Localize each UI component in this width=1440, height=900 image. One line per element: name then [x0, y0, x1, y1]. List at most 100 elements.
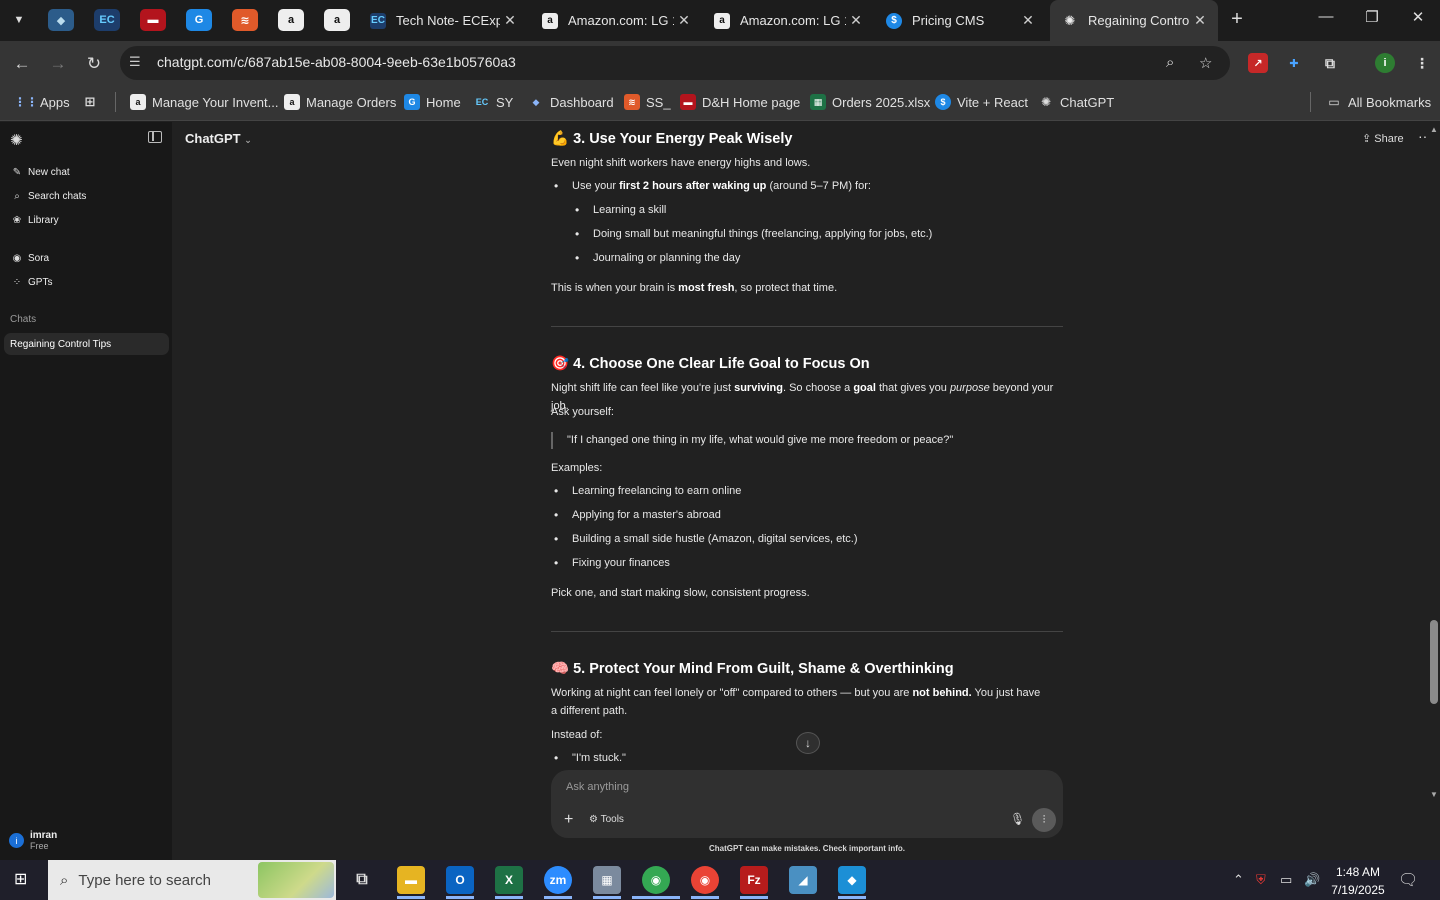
bookmark-all-bookmarks[interactable]: ▭ All Bookmarks [1326, 92, 1431, 112]
extension-blue-icon[interactable]: ✚ [1284, 53, 1304, 73]
tray-security-icon[interactable]: ⛨ [1256, 872, 1266, 888]
microphone-icon[interactable]: 🎙 [1010, 812, 1025, 826]
tab-4-active[interactable]: ✺ Regaining Control ✕ [1050, 0, 1218, 41]
notes-app-icon[interactable]: ◢ [789, 866, 817, 894]
ec-icon: EC [475, 97, 489, 107]
scrollbar-thumb[interactable] [1430, 620, 1438, 704]
network-icon[interactable]: ▭ [1280, 872, 1292, 888]
chatgpt-logo-icon[interactable]: ✺ [10, 131, 23, 149]
task-view-icon[interactable]: ⧉ [348, 866, 376, 894]
chat-sidebar [0, 122, 172, 860]
scroll-down-button[interactable]: ↓ [796, 732, 820, 754]
dollar-icon: $ [886, 12, 902, 29]
calculator-icon[interactable]: ▦ [593, 866, 621, 894]
running-indicator [495, 896, 523, 899]
sidebar-item-new-chat[interactable]: ✎ New chat [11, 164, 70, 180]
sidebar-item-library[interactable]: ❀ Library [11, 212, 59, 228]
pinned-tab-amazon-2[interactable]: a [324, 9, 350, 31]
list-item: Use your first 2 hours after waking up (… [554, 179, 871, 193]
extension-red-icon[interactable]: ↗ [1248, 53, 1268, 73]
bookmark-apps[interactable]: ⋮⋮ Apps [14, 92, 70, 112]
voice-mode-button[interactable]: ⫶ [1032, 808, 1056, 832]
pinned-tab-amazon-1[interactable]: a [278, 9, 304, 31]
model-selector[interactable]: ChatGPT ⌄ [185, 131, 252, 146]
pinned-tab-dh[interactable]: ▬ [140, 9, 166, 31]
zoom-app-icon[interactable]: zm [544, 866, 572, 894]
tray-chevron-up-icon[interactable]: ⌃ [1233, 872, 1244, 888]
scroll-down-arrow-icon[interactable]: ▼ [1430, 790, 1438, 799]
taskbar-search-input[interactable] [78, 871, 239, 889]
home-site-icon: G [404, 94, 420, 110]
tab-3[interactable]: $ Pricing CMS ✕ [874, 0, 1046, 41]
sidebar-toggle-icon[interactable] [148, 131, 162, 143]
ec-icon: EC [370, 12, 386, 29]
add-attachment-icon[interactable]: + [564, 811, 573, 829]
system-clock[interactable]: 1:48 AM 7/19/2025 [1328, 863, 1388, 899]
bookmark-dh-home[interactable]: ▬ D&H Home page [680, 92, 800, 112]
bookmark-star-icon[interactable]: ☆ [1199, 54, 1212, 72]
tab-2[interactable]: a Amazon.com: LG 1 ✕ [702, 0, 874, 41]
restore-button[interactable]: ❐ [1352, 8, 1392, 32]
close-icon[interactable]: ✕ [674, 12, 694, 29]
file-explorer-icon[interactable]: ▬ [397, 866, 425, 894]
library-icon: ❀ [12, 214, 22, 226]
bookmark-manage-inventory[interactable]: a Manage Your Invent... [130, 92, 278, 112]
back-icon[interactable]: ← [10, 52, 34, 76]
divider [551, 631, 1063, 632]
bookmark-vite-react[interactable]: $ Vite + React [935, 92, 1028, 112]
reload-icon[interactable]: ↻ [82, 52, 106, 76]
outlook-icon[interactable]: O [446, 866, 474, 894]
notifications-icon[interactable]: 🗨 [1398, 870, 1418, 890]
sidebar-item-sora[interactable]: ◉ Sora [11, 250, 50, 266]
site-info-icon[interactable]: ☰ [129, 54, 141, 70]
vscode-like-icon[interactable]: ◆ [838, 866, 866, 894]
section-3-heading: 💪 3. Use Your Energy Peak Wisely [551, 131, 793, 147]
sidebar-item-gpts[interactable]: ⁘ GPTs [11, 274, 53, 290]
forward-icon[interactable]: → [46, 52, 70, 76]
url-text[interactable]: chatgpt.com/c/687ab15e-ab08-8004-9eeb-63… [157, 54, 516, 70]
sidebar-item-search-chats[interactable]: ⌕ Search chats [11, 188, 86, 204]
prompt-input[interactable] [566, 781, 986, 793]
filezilla-icon[interactable]: Fz [740, 866, 768, 894]
windows-start-icon[interactable]: ⊞ [14, 871, 34, 889]
bookmark-ss[interactable]: ≋ SS_ [624, 92, 671, 112]
chat-item-regaining-control[interactable]: Regaining Control Tips [4, 333, 169, 355]
bookmark-home[interactable]: G Home [404, 92, 461, 112]
browser-menu-icon[interactable]: ⋮ [1412, 53, 1432, 73]
close-icon[interactable]: ✕ [1018, 12, 1038, 29]
bookmark-dashboard[interactable]: ◆ Dashboard [528, 92, 614, 112]
pinned-tab-1[interactable]: ◆ [48, 9, 74, 31]
scroll-up-arrow-icon[interactable]: ▲ [1430, 125, 1438, 134]
zoom-icon[interactable]: ⌕ [1166, 54, 1174, 71]
tab-1[interactable]: a Amazon.com: LG 1 ✕ [530, 0, 702, 41]
bookmark-sy[interactable]: EC SY [474, 92, 514, 112]
pinned-tab-ec[interactable]: EC [94, 9, 120, 31]
user-menu[interactable]: i imran Free [9, 830, 57, 851]
window-close-button[interactable]: ✕ [1398, 8, 1438, 32]
bookmark-tab-groups[interactable]: ⊞ [82, 92, 104, 112]
extensions-puzzle-icon[interactable]: ⧉ [1320, 53, 1340, 73]
chrome-profile-icon[interactable]: ◉ [691, 866, 719, 894]
bookmark-chatgpt[interactable]: ✺ ChatGPT [1038, 92, 1114, 112]
tab-0[interactable]: EC Tech Note- ECExpr ✕ [358, 0, 528, 41]
volume-icon[interactable]: 🔊 [1304, 872, 1320, 888]
tools-button[interactable]: ⚙ Tools [589, 814, 624, 825]
share-button[interactable]: ⇪ Share [1362, 132, 1404, 145]
close-icon[interactable]: ✕ [846, 12, 866, 29]
new-tab-button[interactable]: + [1226, 9, 1248, 31]
close-icon[interactable]: ✕ [500, 12, 520, 29]
user-name: imran [30, 830, 58, 841]
minimize-button[interactable]: — [1306, 8, 1346, 32]
search-icon: ⌕ [60, 871, 69, 889]
bookmark-orders-xlsx[interactable]: ▦ Orders 2025.xlsx [810, 92, 930, 112]
excel-icon[interactable]: X [495, 866, 523, 894]
scrollbar[interactable] [1428, 122, 1440, 860]
running-indicator [593, 896, 621, 899]
profile-avatar[interactable]: i [1375, 53, 1395, 73]
pinned-tab-stack[interactable]: ≋ [232, 9, 258, 31]
chrome-icon[interactable]: ◉ [642, 866, 670, 894]
pinned-tab-g[interactable]: G [186, 9, 212, 31]
close-icon[interactable]: ✕ [1190, 12, 1210, 29]
bookmark-manage-orders[interactable]: a Manage Orders [284, 92, 396, 112]
tab-search-chevron-icon[interactable]: ▼ [6, 8, 32, 32]
